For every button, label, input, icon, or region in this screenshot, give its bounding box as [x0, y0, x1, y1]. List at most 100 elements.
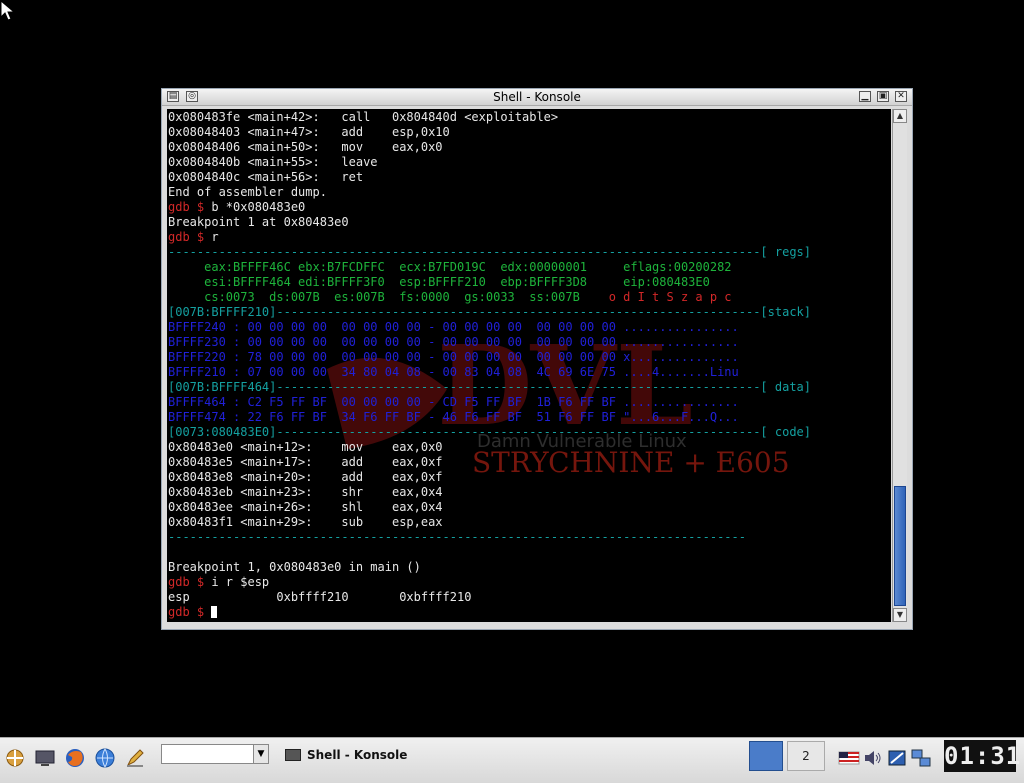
terminal-text: Breakpoint 1 at 0x80483e0 [168, 215, 349, 229]
terminal-text: BFFFF474 : 22 F6 FF BF 34 F6 FF BF - 46 … [168, 410, 739, 424]
terminal-line: 0x080483fe <main+42>: call 0x804840d <ex… [168, 110, 811, 125]
terminal-line: 0x0804840c <main+56>: ret [168, 170, 811, 185]
terminal-line: eax:BFFFF46C ebx:B7FCDFFC ecx:B7FD019C e… [168, 260, 811, 275]
terminal-line: gdb $ r [168, 230, 811, 245]
terminal-line: BFFFF210 : 07 00 00 00 34 80 04 08 - 00 … [168, 365, 811, 380]
konqueror-icon[interactable] [94, 747, 116, 769]
terminal-text: [0073:080483E0]-------------------------… [168, 425, 811, 439]
terminal-text: BFFFF464 : C2 F5 FF BF 00 00 00 00 - CD … [168, 395, 739, 409]
terminal-text: 0x80483e0 <main+12>: mov eax,0x0 [168, 440, 443, 454]
gdb-prompt: o d I t S z a p c [608, 290, 732, 304]
terminal-text: ----------------------------------------… [168, 530, 746, 544]
terminal-text: 0x80483e8 <main+20>: add eax,0xf [168, 470, 443, 484]
scroll-down-button[interactable]: ▼ [893, 608, 907, 622]
terminal-line: BFFFF464 : C2 F5 FF BF 00 00 00 00 - CD … [168, 395, 811, 410]
terminal-line: BFFFF474 : 22 F6 FF BF 34 F6 FF BF - 46 … [168, 410, 811, 425]
terminal-line: 0x80483f1 <main+29>: sub esp,eax [168, 515, 811, 530]
terminal-output[interactable]: DVL Damn Vulnerable Linux STRYCHNINE + E… [167, 109, 891, 622]
terminal-line: [007B:BFFFF464]-------------------------… [168, 380, 811, 395]
terminal-text: [007B:BFFFF210]-------------------------… [168, 305, 811, 319]
konsole-window[interactable]: ▤ ◎ Shell - Konsole ▁ ▣ ✕ DVL Damn Vulne… [161, 88, 913, 630]
terminal-line: Breakpoint 1, 0x080483e0 in main () [168, 560, 811, 575]
terminal-text: esi:BFFFF464 edi:BFFFF3F0 esp:BFFFF210 e… [168, 275, 710, 289]
desktop-1-button[interactable] [749, 741, 783, 771]
network-icon[interactable] [910, 747, 932, 769]
terminal-line: ----------------------------------------… [168, 245, 811, 260]
terminal-text: 0x08048406 <main+50>: mov eax,0x0 [168, 140, 443, 154]
terminal-text: esp 0xbffff210 0xbffff210 [168, 590, 472, 604]
terminal-line: 0x08048403 <main+47>: add esp,0x10 [168, 125, 811, 140]
show-desktop-icon[interactable] [34, 747, 56, 769]
volume-icon[interactable] [862, 747, 884, 769]
desktop-2-button[interactable]: 2 [787, 741, 825, 771]
terminal-text: BFFFF240 : 00 00 00 00 00 00 00 00 - 00 … [168, 320, 739, 334]
gdb-prompt: gdb $ [168, 230, 212, 244]
window-title: Shell - Konsole [493, 90, 581, 104]
terminal-line: ----------------------------------------… [168, 530, 811, 545]
terminal-text: BFFFF210 : 07 00 00 00 34 80 04 08 - 00 … [168, 365, 739, 379]
terminal-line: gdb $ b *0x080483e0 [168, 200, 811, 215]
terminal-line: End of assembler dump. [168, 185, 811, 200]
terminal-text: End of assembler dump. [168, 185, 327, 199]
terminal-text: 0x80483eb <main+23>: shr eax,0x4 [168, 485, 443, 499]
terminal-line: 0x80483e5 <main+17>: add eax,0xf [168, 455, 811, 470]
scroll-thumb[interactable] [894, 486, 906, 606]
window-titlebar[interactable]: ▤ ◎ Shell - Konsole ▁ ▣ ✕ [162, 89, 912, 106]
terminal-text: i r $esp [211, 575, 270, 589]
terminal-text: Breakpoint 1, 0x080483e0 in main () [168, 560, 421, 574]
taskbar: ▼ Shell - Konsole 2 01:31 [0, 737, 1024, 783]
clock: 01:31 [944, 740, 1022, 772]
terminal-line: gdb $ [168, 605, 811, 620]
maximize-button[interactable]: ▣ [877, 91, 889, 102]
chevron-down-icon[interactable]: ▼ [253, 745, 268, 763]
kde-menu-icon[interactable] [4, 747, 26, 769]
terminal-text: BFFFF230 : 00 00 00 00 00 00 00 00 - 00 … [168, 335, 739, 349]
terminal-text: 0x80483f1 <main+29>: sub esp,eax [168, 515, 443, 529]
terminal-text: 0x0804840c <main+56>: ret [168, 170, 364, 184]
terminal-scrollbar[interactable]: ▲ ▼ [892, 109, 907, 622]
terminal-line: gdb $ i r $esp [168, 575, 811, 590]
scroll-up-button[interactable]: ▲ [893, 109, 907, 123]
terminal-text: eax:BFFFF46C ebx:B7FCDFFC ecx:B7FD019C e… [168, 260, 732, 274]
konsole-icon [285, 749, 301, 761]
terminal-lines: 0x080483fe <main+42>: call 0x804840d <ex… [168, 110, 811, 620]
terminal-line: esi:BFFFF464 edi:BFFFF3F0 esp:BFFFF210 e… [168, 275, 811, 290]
klipper-icon[interactable] [886, 747, 908, 769]
terminal-line: [007B:BFFFF210]-------------------------… [168, 305, 811, 320]
task-konsole[interactable]: Shell - Konsole [285, 744, 407, 766]
close-button[interactable]: ✕ [895, 91, 907, 102]
terminal-line: BFFFF240 : 00 00 00 00 00 00 00 00 - 00 … [168, 320, 811, 335]
terminal-line: cs:0073 ds:007B es:007B fs:0000 gs:0033 … [168, 290, 811, 305]
terminal-text: [007B:BFFFF464]-------------------------… [168, 380, 811, 394]
terminal-line: 0x80483eb <main+23>: shr eax,0x4 [168, 485, 811, 500]
editor-icon[interactable] [124, 747, 146, 769]
terminal-text: ----------------------------------------… [168, 245, 811, 259]
terminal-text: 0x0804840b <main+55>: leave [168, 155, 378, 169]
terminal-text: 0x080483fe <main+42>: call 0x804840d <ex… [168, 110, 559, 124]
terminal-line: 0x80483e0 <main+12>: mov eax,0x0 [168, 440, 811, 455]
us-flag-icon[interactable] [838, 747, 860, 769]
text-cursor [211, 606, 218, 618]
task-label: Shell - Konsole [307, 748, 408, 762]
terminal-text: BFFFF220 : 78 00 00 00 00 00 00 00 - 00 … [168, 350, 739, 364]
terminal-text: 0x80483ee <main+26>: shl eax,0x4 [168, 500, 443, 514]
terminal-line: 0x08048406 <main+50>: mov eax,0x0 [168, 140, 811, 155]
terminal-line: BFFFF230 : 00 00 00 00 00 00 00 00 - 00 … [168, 335, 811, 350]
terminal-text: 0x08048403 <main+47>: add esp,0x10 [168, 125, 450, 139]
terminal-text: 0x80483e5 <main+17>: add eax,0xf [168, 455, 443, 469]
terminal-line: 0x0804840b <main+55>: leave [168, 155, 811, 170]
mouse-pointer-icon [0, 0, 16, 21]
terminal-line: Breakpoint 1 at 0x80483e0 [168, 215, 811, 230]
firefox-icon[interactable] [64, 747, 86, 769]
terminal-text: cs:0073 ds:007B es:007B fs:0000 gs:0033 … [168, 290, 609, 304]
gdb-prompt: gdb $ [168, 200, 212, 214]
terminal-text: r [211, 230, 219, 244]
terminal-line: esp 0xbffff210 0xbffff210 [168, 590, 811, 605]
terminal-line: BFFFF220 : 78 00 00 00 00 00 00 00 - 00 … [168, 350, 811, 365]
terminal-line: 0x80483e8 <main+20>: add eax,0xf [168, 470, 811, 485]
gdb-prompt: gdb $ [168, 575, 212, 589]
minimize-button[interactable]: ▁ [859, 91, 871, 102]
terminal-text: b *0x080483e0 [211, 200, 306, 214]
run-command-field[interactable]: ▼ [161, 744, 269, 764]
